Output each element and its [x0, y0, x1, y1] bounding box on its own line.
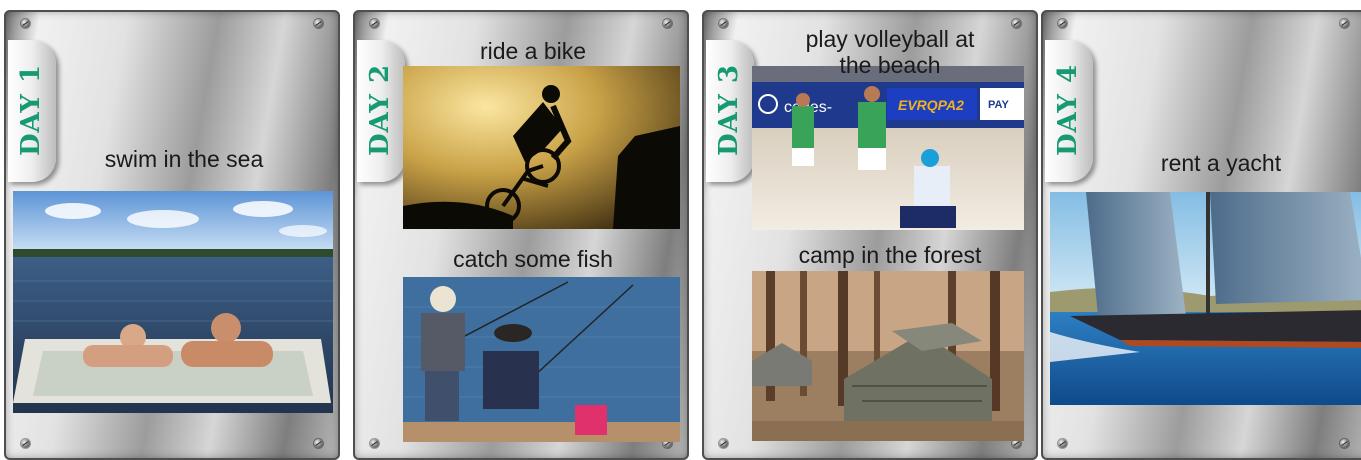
day-2-panel: DAY 2 ride a bike catch some fish	[353, 10, 689, 460]
screw-icon	[719, 19, 728, 28]
screw-icon	[1340, 19, 1349, 28]
screw-icon	[370, 19, 379, 28]
activity-label: play volleyball at the beach	[758, 26, 1022, 78]
day-3-panel: DAY 3 cedes- EVRQPA2 PAY	[702, 10, 1038, 460]
banner-text: EVRQPA2	[898, 97, 964, 113]
screw-icon	[1340, 439, 1349, 448]
screw-icon	[314, 19, 323, 28]
day-label: DAY 4	[1053, 63, 1083, 157]
volleyball-photo: cedes- EVRQPA2 PAY	[752, 66, 1024, 230]
screw-icon	[663, 19, 672, 28]
screw-icon	[1058, 19, 1067, 28]
banner-text: PAY	[988, 99, 1009, 111]
activity-label: rent a yacht	[1160, 150, 1282, 176]
day-label: DAY 3	[714, 63, 744, 157]
activity-label: swim in the sea	[104, 146, 264, 172]
screw-icon	[370, 439, 379, 448]
camping-photo	[752, 271, 1024, 441]
yacht-photo	[1050, 192, 1361, 405]
day-label: DAY 2	[365, 63, 395, 157]
day-1-panel: DAY 1 swim in the sea	[4, 10, 340, 460]
swim-photo	[13, 191, 333, 413]
screw-icon	[314, 439, 323, 448]
activity-label-line: play volleyball at	[805, 26, 975, 52]
screw-icon	[21, 19, 30, 28]
screw-icon	[719, 439, 728, 448]
screw-icon	[21, 439, 30, 448]
screw-icon	[1058, 439, 1067, 448]
fishing-photo	[403, 277, 680, 442]
bike-photo	[403, 66, 680, 229]
day-label: DAY 1	[16, 63, 46, 157]
activity-label: catch some fish	[453, 246, 613, 272]
day-4-panel: DAY 4 rent a yacht	[1041, 10, 1361, 460]
activity-label: camp in the forest	[798, 242, 982, 268]
activity-label: ride a bike	[479, 38, 587, 64]
activity-label-line: the beach	[839, 52, 941, 78]
